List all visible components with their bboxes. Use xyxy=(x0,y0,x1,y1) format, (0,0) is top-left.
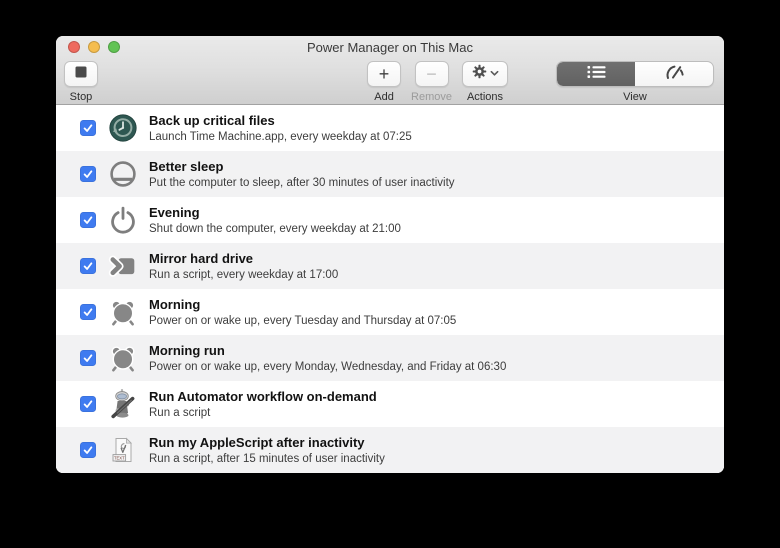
event-checkbox[interactable] xyxy=(80,396,96,412)
minus-icon: − xyxy=(426,65,437,83)
list-item[interactable]: TEXT Run my AppleScript after inactivity… xyxy=(56,427,724,473)
power-manager-window: Power Manager on This Mac Stop + Add xyxy=(56,36,724,473)
event-description: Put the computer to sleep, after 30 minu… xyxy=(149,176,455,190)
titlebar[interactable]: Power Manager on This Mac xyxy=(56,36,724,58)
view-segmented-control xyxy=(556,61,714,87)
list-item[interactable]: Back up critical files Launch Time Machi… xyxy=(56,105,724,151)
event-checkbox[interactable] xyxy=(80,442,96,458)
sleep-icon xyxy=(107,158,139,190)
event-checkbox[interactable] xyxy=(80,212,96,228)
stop-button[interactable] xyxy=(64,61,98,87)
window-title: Power Manager on This Mac xyxy=(56,36,724,58)
event-checkbox[interactable] xyxy=(80,350,96,366)
gauge-icon xyxy=(663,64,686,85)
remove-group: − Remove xyxy=(411,61,452,103)
list-item[interactable]: Morning run Power on or wake up, every M… xyxy=(56,335,724,381)
event-description: Power on or wake up, every Monday, Wedne… xyxy=(149,360,506,374)
actions-button[interactable] xyxy=(462,61,508,87)
event-title: Better sleep xyxy=(149,159,455,175)
add-group: + Add xyxy=(367,61,401,103)
list-item[interactable]: Morning Power on or wake up, every Tuesd… xyxy=(56,289,724,335)
list-item[interactable]: Better sleep Put the computer to sleep, … xyxy=(56,151,724,197)
segment-list-view[interactable] xyxy=(557,62,635,86)
stop-icon xyxy=(75,65,87,83)
event-checkbox[interactable] xyxy=(80,258,96,274)
add-button[interactable]: + xyxy=(367,61,401,87)
event-description: Power on or wake up, every Tuesday and T… xyxy=(149,314,456,328)
event-title: Morning run xyxy=(149,343,506,359)
event-checkbox[interactable] xyxy=(80,120,96,136)
list-icon xyxy=(587,65,606,84)
event-title: Run Automator workflow on-demand xyxy=(149,389,377,405)
stop-label: Stop xyxy=(70,91,93,103)
automator-icon xyxy=(107,388,139,420)
event-title: Run my AppleScript after inactivity xyxy=(149,435,385,451)
actions-label: Actions xyxy=(467,91,503,103)
svg-text:TEXT: TEXT xyxy=(114,456,125,461)
event-description: Run a script xyxy=(149,406,377,420)
actions-group: Actions xyxy=(462,61,508,103)
stop-group: Stop xyxy=(64,61,98,103)
view-group: View xyxy=(556,61,714,103)
remove-label: Remove xyxy=(411,91,452,103)
event-checkbox[interactable] xyxy=(80,304,96,320)
edit-cluster: + Add − Remove xyxy=(367,61,508,103)
list-item[interactable]: Mirror hard drive Run a script, every we… xyxy=(56,243,724,289)
alarm-clock-icon xyxy=(107,296,139,328)
remove-button[interactable]: − xyxy=(415,61,449,87)
plus-icon: + xyxy=(379,65,390,83)
window-header: Power Manager on This Mac Stop + Add xyxy=(56,36,724,105)
event-description: Shut down the computer, every weekday at… xyxy=(149,222,401,236)
toolbar: Stop + Add − Remove xyxy=(56,58,724,103)
gear-icon xyxy=(472,64,487,84)
event-title: Back up critical files xyxy=(149,113,412,129)
event-title: Morning xyxy=(149,297,456,313)
event-checkbox[interactable] xyxy=(80,166,96,182)
chevron-down-icon xyxy=(490,65,499,83)
time-machine-icon xyxy=(107,112,139,144)
alarm-clock-icon xyxy=(107,342,139,374)
list-item[interactable]: Run Automator workflow on-demand Run a s… xyxy=(56,381,724,427)
add-label: Add xyxy=(374,91,394,103)
list-item[interactable]: Evening Shut down the computer, every we… xyxy=(56,197,724,243)
event-title: Mirror hard drive xyxy=(149,251,338,267)
event-list: Back up critical files Launch Time Machi… xyxy=(56,105,724,473)
segment-gauge-view[interactable] xyxy=(635,62,713,86)
run-script-icon xyxy=(107,250,139,282)
event-description: Launch Time Machine.app, every weekday a… xyxy=(149,130,412,144)
power-icon xyxy=(107,204,139,236)
applescript-icon: TEXT xyxy=(107,434,139,466)
view-label: View xyxy=(623,91,647,103)
event-description: Run a script, every weekday at 17:00 xyxy=(149,268,338,282)
event-title: Evening xyxy=(149,205,401,221)
event-description: Run a script, after 15 minutes of user i… xyxy=(149,452,385,466)
